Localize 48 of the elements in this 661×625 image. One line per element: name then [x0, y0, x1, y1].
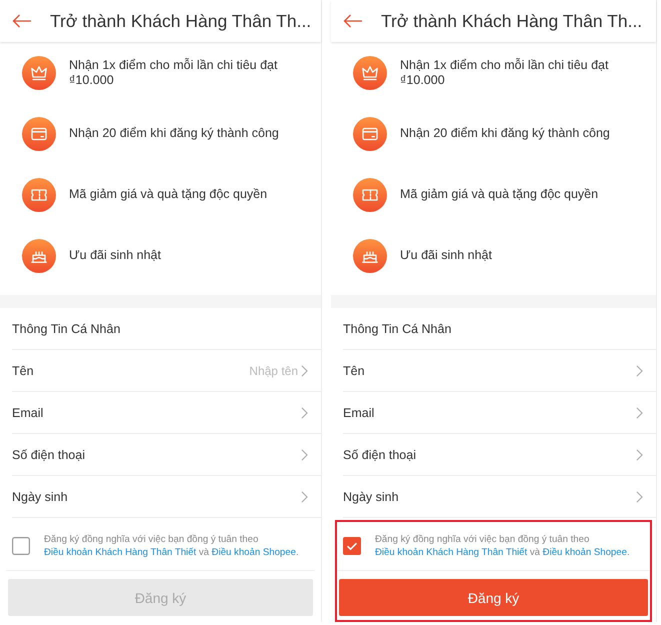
field-label: Số điện thoại [343, 448, 417, 462]
card-icon [22, 116, 56, 150]
field-label: Ngày sinh [343, 490, 400, 504]
page-title: Trở thành Khách Hàng Thân Th... [381, 10, 642, 32]
checkbox[interactable] [343, 537, 361, 555]
agreement-text: Đăng ký đồng nghĩa với việc bạn đồng ý tuân theo Điều khoản Khách Hàng Thân Thiết và Điều khoản Shopee. [375, 533, 631, 559]
crown-icon [22, 56, 56, 90]
cake-icon [22, 238, 56, 272]
ticket-icon [22, 178, 56, 212]
chevron-right-icon[interactable] [301, 406, 308, 418]
back-arrow-icon[interactable] [343, 14, 363, 28]
chevron-right-icon[interactable] [636, 490, 643, 502]
register-button[interactable]: Đăng ký [339, 579, 648, 616]
terms-link[interactable]: Điều khoản Shopee [542, 547, 627, 558]
chevron-right-icon[interactable] [636, 448, 643, 460]
terms-link[interactable]: Điều khoản Khách Hàng Thân Thiết [44, 547, 196, 558]
section-title: Thông Tin Cá Nhân [12, 322, 120, 336]
back-arrow-icon[interactable] [12, 14, 32, 28]
card-icon [353, 116, 387, 150]
benefit-text: Nhận 20 điểm khi đăng ký thành công [400, 126, 611, 141]
benefit-text: Ưu đãi sinh nhật [400, 248, 493, 263]
page-title: Trở thành Khách Hàng Thân Th... [50, 10, 312, 32]
terms-link[interactable]: Điều khoản Khách Hàng Thân Thiết [375, 547, 528, 558]
chevron-right-icon[interactable] [636, 364, 643, 376]
chevron-right-icon[interactable] [301, 490, 308, 502]
chevron-right-icon[interactable] [301, 364, 308, 376]
field-label: Email [343, 406, 376, 420]
benefit-text: Ưu đãi sinh nhật [69, 248, 162, 263]
agreement-text: Đăng ký đồng nghĩa với việc bạn đồng ý tuân theo Điều khoản Khách Hàng Thân Thiết và Điều khoản Shopee. [44, 533, 300, 559]
terms-link[interactable]: Điều khoản Shopee [212, 547, 296, 558]
name-input[interactable]: Nhập tên [228, 364, 298, 378]
chevron-right-icon[interactable] [301, 448, 308, 460]
benefit-text: Nhận 1x điểm cho mỗi lần chi tiêu đạt ₫10.000 [400, 58, 610, 88]
field-label: Ngày sinh [12, 490, 69, 504]
field-label: Số điện thoại [12, 448, 86, 462]
cake-icon [353, 238, 387, 272]
crown-icon [353, 56, 387, 90]
checkbox[interactable] [12, 537, 30, 555]
field-label: Email [12, 406, 44, 420]
benefit-text: Nhận 1x điểm cho mỗi lần chi tiêu đạt ₫10.000 [69, 58, 278, 88]
benefit-text: Mã giảm giá và quà tặng độc quyền [69, 187, 268, 202]
chevron-right-icon[interactable] [636, 406, 643, 418]
benefit-text: Nhận 20 điểm khi đăng ký thành công [69, 126, 280, 141]
benefit-text: Mã giảm giá và quà tặng độc quyền [400, 187, 600, 202]
field-label: Tên [12, 364, 35, 378]
field-label: Tên [343, 364, 366, 378]
section-title: Thông Tin Cá Nhân [343, 322, 452, 336]
ticket-icon [353, 178, 387, 212]
